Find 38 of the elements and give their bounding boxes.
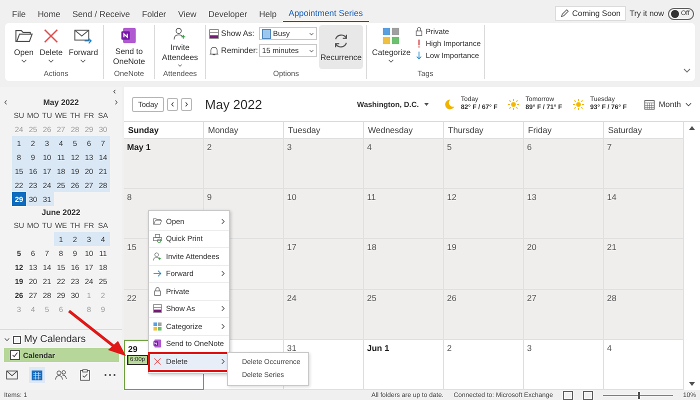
date-label: 29 [128,344,138,354]
date-label: 12 [447,192,456,202]
date-label: 8 [127,192,132,202]
date-label: 18 [367,242,376,252]
date-label: 25 [367,292,376,303]
date-label: 28 [607,292,616,303]
date-label: 2 [207,142,212,152]
date-label: 9 [207,192,212,202]
date-label: 13 [527,192,536,202]
date-label: 14 [607,192,616,202]
date-label: 19 [447,242,456,252]
month-title: May 2022 [43,98,79,106]
date-label: 17 [287,242,296,252]
field-label: Reminder: [221,46,258,55]
date-label: 24 [287,292,296,303]
date-label: 3 [527,342,532,353]
date-label: 3 [287,142,292,152]
date-label: 31 [287,342,296,353]
try-it-now-label: Try it now [630,9,664,18]
date-label: 22 [127,292,136,303]
date-label: 10 [287,192,296,202]
date-label: 26 [447,292,456,303]
date-label: 2 [447,342,452,353]
field-label: Show As: [221,29,256,38]
date-label: 11 [367,192,376,202]
date-label: 5 [447,142,452,152]
date-label: 4 [367,142,372,152]
date-label: 27 [527,292,536,303]
date-label: 20 [527,242,536,252]
month-title: June 2022 [42,208,80,216]
date-label: 7 [607,142,612,152]
calendar-title: May 2022 [205,96,262,112]
date-label: Jun 1 [367,342,390,353]
date-label: May 1 [127,142,151,152]
date-label: 21 [607,242,616,252]
date-label: 6 [527,142,532,152]
date-label: 4 [607,342,612,353]
date-label: 15 [127,242,136,252]
